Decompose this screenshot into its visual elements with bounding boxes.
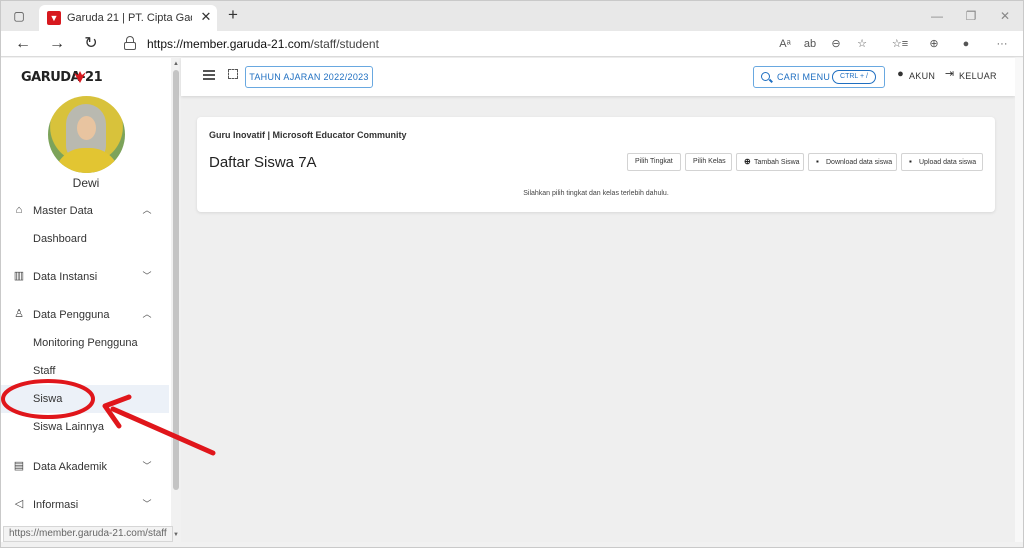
tab-close-icon[interactable]: ✕ bbox=[199, 10, 213, 24]
sidebar-item-label: Master Data bbox=[33, 205, 93, 217]
fullscreen-icon[interactable] bbox=[228, 69, 238, 79]
building-icon: ▥ bbox=[13, 270, 25, 282]
upload-button[interactable]: ▪ Upload data siswa bbox=[901, 153, 983, 171]
sidebar-item-label: Siswa bbox=[33, 393, 63, 405]
close-window-icon[interactable]: ✕ bbox=[995, 7, 1015, 25]
menu-icon[interactable] bbox=[203, 70, 215, 80]
download-button[interactable]: ▪ Download data siswa bbox=[808, 153, 897, 171]
sidebar-item-label: Informasi bbox=[33, 499, 79, 511]
sidebar-item-monitoring-pengguna[interactable]: Monitoring Pengguna bbox=[1, 329, 169, 357]
tambah-siswa-label: Tambah Siswa bbox=[754, 159, 800, 166]
download-label: Download data siswa bbox=[826, 159, 893, 166]
sidebar-item-master-data[interactable]: ⌂ Master Data ︿ bbox=[1, 197, 169, 225]
search-shortcut: CTRL + / bbox=[832, 70, 876, 84]
browser-tab[interactable]: ▼ Garuda 21 | PT. Cipta Gadhing A ✕ bbox=[39, 5, 217, 31]
chevron-down-icon: ﹀ bbox=[142, 499, 152, 509]
profile-icon[interactable]: ● bbox=[957, 36, 975, 52]
collections-icon[interactable]: ⊕ bbox=[925, 36, 943, 52]
sidebar-item-siswa-lainnya[interactable]: Siswa Lainnya bbox=[1, 413, 169, 441]
back-icon[interactable]: ← bbox=[13, 34, 33, 54]
sidebar-item-label: Siswa Lainnya bbox=[33, 421, 104, 433]
scroll-down-icon[interactable]: ▼ bbox=[172, 531, 180, 539]
url-path: /staff/student bbox=[310, 37, 379, 51]
scroll-up-icon[interactable]: ▲ bbox=[172, 60, 180, 68]
search-icon bbox=[761, 72, 770, 81]
file-icon: ▪ bbox=[816, 157, 819, 166]
sidebar-item-label: Data Instansi bbox=[33, 271, 98, 283]
favorites-icon[interactable]: ☆≡ bbox=[891, 36, 909, 52]
chevron-down-icon: ﹀ bbox=[142, 461, 152, 471]
chevron-up-icon: ︿ bbox=[142, 205, 152, 215]
main-content: TAHUN AJARAN 2022/2023 CARI MENU CTRL + … bbox=[181, 58, 1015, 542]
favorite-add-icon[interactable]: ☆ bbox=[853, 36, 871, 52]
lock-icon[interactable] bbox=[124, 36, 136, 50]
top-bar: TAHUN AJARAN 2022/2023 CARI MENU CTRL + … bbox=[181, 58, 1015, 96]
logo-text: GARUDA-21 bbox=[21, 70, 103, 85]
sidebar-item-label: Data Pengguna bbox=[33, 309, 110, 321]
read-aloud-icon[interactable]: Aᵃ bbox=[776, 36, 794, 52]
home-icon: ⌂ bbox=[15, 204, 23, 216]
logout-link[interactable]: KELUAR bbox=[959, 70, 997, 82]
browser-window: ▢ ▼ Garuda 21 | PT. Cipta Gadhing A ✕ + … bbox=[0, 0, 1024, 548]
zoom-icon[interactable]: ⊖ bbox=[827, 36, 845, 52]
card-subtitle: Guru Inovatif | Microsoft Educator Commu… bbox=[209, 130, 407, 140]
scrollbar-thumb[interactable] bbox=[173, 70, 179, 490]
logout-icon[interactable]: ⇥ bbox=[944, 69, 955, 80]
sidebar: GARUDA-21 Dewi ⌂ Master Data ︿ Dashboard… bbox=[1, 58, 171, 542]
search-label: CARI MENU bbox=[777, 72, 831, 82]
restore-icon[interactable]: ❐ bbox=[961, 7, 981, 25]
academic-year-button[interactable]: TAHUN AJARAN 2022/2023 bbox=[245, 66, 373, 88]
sidebar-item-label: Dashboard bbox=[33, 233, 87, 245]
more-icon[interactable]: ··· bbox=[993, 36, 1011, 52]
account-icon[interactable]: ● bbox=[895, 69, 906, 80]
tambah-siswa-button[interactable]: ⊕ Tambah Siswa bbox=[736, 153, 804, 171]
chevron-down-icon: ﹀ bbox=[142, 271, 152, 281]
pilih-tingkat-button[interactable]: Pilih Tingkat bbox=[627, 153, 681, 171]
sidebar-item-dashboard[interactable]: Dashboard bbox=[1, 225, 169, 253]
new-tab-icon[interactable]: + bbox=[224, 6, 242, 24]
tab-strip: ▢ ▼ Garuda 21 | PT. Cipta Gadhing A ✕ + … bbox=[1, 1, 1023, 31]
page-scrollbar[interactable] bbox=[1015, 58, 1023, 542]
pilih-kelas-button[interactable]: Pilih Kelas bbox=[685, 153, 732, 171]
account-link[interactable]: AKUN bbox=[909, 70, 935, 82]
tab-actions-icon[interactable]: ▢ bbox=[9, 7, 29, 25]
avatar[interactable] bbox=[48, 96, 125, 173]
chevron-up-icon: ︿ bbox=[142, 309, 152, 319]
url-field[interactable]: https://member.garuda-21.com/staff/stude… bbox=[147, 37, 379, 51]
favicon-icon: ▼ bbox=[47, 11, 61, 25]
empty-state-message: Silahkan pilih tingkat dan kelas terlebi… bbox=[523, 190, 669, 197]
sidebar-item-data-akademik[interactable]: ▤ Data Akademik ﹀ bbox=[1, 453, 169, 481]
sidebar-item-label: Data Akademik bbox=[33, 461, 107, 473]
search-menu-button[interactable]: CARI MENU CTRL + / bbox=[753, 66, 885, 88]
logo-icon bbox=[74, 71, 86, 83]
translate-icon[interactable]: ab bbox=[801, 36, 819, 52]
status-bar-url: https://member.garuda-21.com/staff bbox=[3, 526, 173, 542]
sidebar-item-siswa[interactable]: Siswa bbox=[1, 385, 169, 413]
sidebar-item-data-instansi[interactable]: ▥ Data Instansi ﹀ bbox=[1, 263, 169, 291]
sidebar-item-data-pengguna[interactable]: ♙ Data Pengguna ︿ bbox=[1, 301, 169, 329]
upload-label: Upload data siswa bbox=[919, 159, 977, 166]
sidebar-scrollbar[interactable]: ▲ ▼ bbox=[171, 58, 181, 542]
user-icon: ♙ bbox=[14, 308, 24, 320]
file-icon: ▪ bbox=[909, 157, 912, 166]
book-icon: ▤ bbox=[13, 460, 25, 472]
forward-icon[interactable]: → bbox=[47, 34, 67, 54]
minimize-icon[interactable]: — bbox=[927, 7, 947, 25]
sidebar-item-staff[interactable]: Staff bbox=[1, 357, 169, 385]
sidebar-item-label: Staff bbox=[33, 365, 56, 377]
sidebar-item-label: Monitoring Pengguna bbox=[33, 337, 138, 349]
url-host: https://member.garuda-21.com bbox=[147, 37, 311, 51]
plus-circle-icon: ⊕ bbox=[744, 157, 751, 166]
username: Dewi bbox=[72, 176, 100, 190]
refresh-icon[interactable]: ↻ bbox=[81, 34, 101, 54]
page-title: Daftar Siswa 7A bbox=[209, 154, 317, 171]
address-bar-row: ← → ↻ https://member.garuda-21.com/staff… bbox=[1, 31, 1023, 57]
student-list-card: Guru Inovatif | Microsoft Educator Commu… bbox=[197, 117, 995, 212]
sidebar-item-informasi[interactable]: ◁ Informasi ﹀ bbox=[1, 491, 169, 519]
megaphone-icon: ◁ bbox=[14, 498, 24, 510]
tab-title: Garuda 21 | PT. Cipta Gadhing A bbox=[67, 12, 192, 24]
